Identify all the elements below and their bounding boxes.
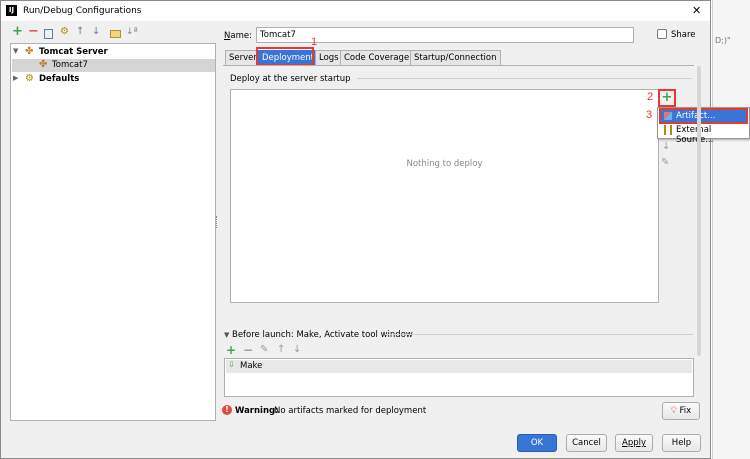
tomcat-icon: ✤ (39, 59, 48, 70)
splitter-handle[interactable] (216, 216, 219, 228)
cancel-button[interactable]: Cancel (566, 434, 607, 452)
warning-icon: ! (222, 405, 232, 415)
fix-label: Fix (679, 406, 692, 416)
tree-item-label: Tomcat Server (39, 47, 108, 57)
tab-logs[interactable]: Logs (315, 50, 343, 66)
section-separator (357, 78, 692, 79)
apply-button[interactable]: Apply (615, 434, 653, 452)
move-down-icon[interactable]: ↓ (662, 141, 670, 152)
help-button[interactable]: Help (662, 434, 701, 452)
name-label: Name: (224, 31, 252, 41)
sort-icon[interactable]: ↓ª (126, 26, 138, 38)
background-text: D;)" (715, 36, 731, 45)
before-launch-separator (385, 334, 693, 335)
deploy-list[interactable]: Nothing to deploy (230, 89, 659, 303)
arrow-down-icon[interactable]: ↓ (92, 26, 100, 38)
annotation-box-add (658, 89, 676, 107)
annotation-box-artifact (659, 108, 748, 124)
tomcat-icon: ✤ (25, 46, 34, 57)
warning-text: No artifacts marked for deployment (274, 406, 427, 416)
add-icon[interactable]: + (12, 25, 23, 38)
tree-toolbar: + − ⚙ ↑ ↓ ↓ª (10, 25, 150, 42)
dialog-window: IJ Run/Debug Configurations ✕ + − ⚙ ↑ ↓ … (0, 0, 750, 459)
remove-icon[interactable]: − (28, 25, 39, 38)
collapse-arrow-icon[interactable]: ▶ (13, 74, 18, 82)
defaults-icon: ⚙ (25, 73, 34, 84)
menu-item-external-source[interactable]: External Source... (661, 124, 746, 145)
remove-icon[interactable]: − (243, 344, 253, 356)
share-checkbox[interactable] (657, 29, 667, 39)
before-launch-list[interactable]: ⇩ Make (224, 358, 694, 397)
annotation-box-deployment (256, 47, 314, 66)
tree-item-tomcat7[interactable]: ✤ Tomcat7 (12, 59, 215, 72)
config-tree: ▼ ✤ Tomcat Server ✤ Tomcat7 ▶ ⚙ Defaults (10, 43, 216, 421)
tab-code-coverage[interactable]: Code Coverage (340, 50, 414, 66)
vertical-scrollbar[interactable] (697, 66, 701, 356)
folder-icon[interactable] (110, 30, 121, 38)
copy-icon[interactable] (44, 29, 53, 39)
edit-icon[interactable]: ✎ (661, 157, 669, 168)
annotation-number-2: 2 (647, 91, 654, 103)
menu-item-label: External Source... (676, 125, 714, 145)
before-launch-toggle-icon[interactable]: ▼ (224, 331, 229, 339)
tree-item-label: Defaults (39, 74, 80, 84)
close-icon[interactable]: ✕ (692, 4, 701, 17)
title-bar: IJ Run/Debug Configurations ✕ (1, 1, 710, 21)
make-icon: ⇩ (228, 360, 235, 369)
settings-icon[interactable]: ⚙ (60, 26, 69, 38)
list-item[interactable]: ⇩ Make (226, 360, 692, 373)
expand-arrow-icon[interactable]: ▼ (13, 47, 18, 55)
before-launch-label: Before launch: Make, Activate tool windo… (232, 330, 413, 340)
tree-item-label: Tomcat7 (52, 60, 88, 70)
tree-item-defaults[interactable]: ▶ ⚙ Defaults (13, 73, 213, 86)
share-label: Share (671, 30, 696, 40)
arrow-up-icon[interactable]: ↑ (76, 26, 84, 38)
annotation-number-1: 1 (311, 36, 318, 48)
add-icon[interactable]: + (226, 344, 236, 356)
background-editor (712, 0, 750, 459)
edit-icon[interactable]: ✎ (260, 344, 268, 355)
window-title: Run/Debug Configurations (23, 6, 142, 16)
list-item-label: Make (240, 361, 263, 371)
empty-text: Nothing to deploy (406, 159, 483, 169)
ok-button[interactable]: OK (517, 434, 557, 452)
tree-item-tomcat-server[interactable]: ▼ ✤ Tomcat Server (13, 46, 213, 59)
lightbulb-icon: 💡︎ (670, 406, 677, 416)
annotation-number-3: 3 (646, 109, 653, 121)
library-icon (664, 125, 672, 135)
app-icon: IJ (6, 5, 17, 16)
arrow-down-icon[interactable]: ↓ (293, 344, 301, 355)
before-launch-toolbar: + − ✎ ↑ ↓ (226, 344, 316, 357)
warning-bold: Warning: (235, 406, 279, 416)
fix-button[interactable]: 💡︎ Fix (662, 402, 700, 420)
tab-startup-connection[interactable]: Startup/Connection (410, 50, 501, 66)
arrow-up-icon[interactable]: ↑ (277, 344, 285, 355)
deploy-section-label: Deploy at the server startup (230, 74, 351, 84)
